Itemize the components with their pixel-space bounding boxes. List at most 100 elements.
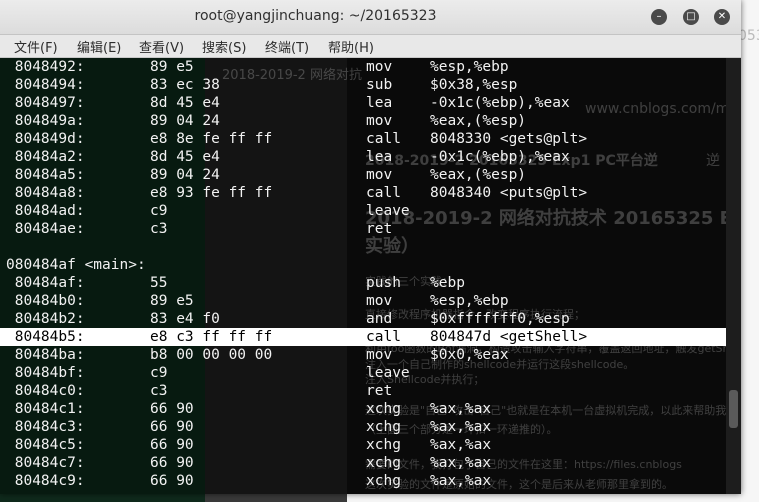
menu-terminal[interactable]: 终端(T) <box>265 37 309 56</box>
disasm-mnemonic: mov <box>366 347 393 363</box>
disasm-line: 80484c5: 66 90 xchg %ax,%ax <box>0 436 726 454</box>
menu-file[interactable]: 文件(F) <box>14 37 58 56</box>
disasm-address: 80484b0: <box>6 293 85 309</box>
disasm-address: 80484c1: <box>6 401 85 417</box>
disasm-address: 80484c3: <box>6 419 85 435</box>
disasm-bytes: 8d 45 e4 <box>150 149 220 165</box>
menu-bar: 文件(F) 编辑(E) 查看(V) 搜索(S) 终端(T) 帮助(H) <box>0 35 741 58</box>
disasm-line: 80484ad: c9 leave <box>0 202 726 220</box>
disasm-mnemonic: lea <box>366 95 393 111</box>
disasm-line: 80484c3: 66 90 xchg %ax,%ax <box>0 418 726 436</box>
disasm-line: 80484c0: c3 ret <box>0 382 726 400</box>
disasm-operands: %esp,%ebp <box>430 59 509 75</box>
close-button[interactable]: ✕ <box>714 9 730 25</box>
disasm-bytes: c9 <box>150 203 168 219</box>
menu-edit[interactable]: 编辑(E) <box>77 37 121 56</box>
disasm-bytes: e8 93 fe ff ff <box>150 185 273 201</box>
disasm-operands: 8048340 <puts@plt> <box>430 185 588 201</box>
disasm-bytes: 8d 45 e4 <box>150 95 220 111</box>
disasm-bytes: e8 8e fe ff ff <box>150 131 273 147</box>
menu-view[interactable]: 查看(V) <box>139 37 184 56</box>
disasm-line: 804849d: e8 8e fe ff ff call 8048330 <gets@… <box>0 130 726 148</box>
minimize-button[interactable]: – <box>651 9 667 25</box>
disasm-line: 80484c1: 66 90 xchg %ax,%ax <box>0 400 726 418</box>
scrollbar-thumb[interactable] <box>729 390 738 428</box>
disasm-line: 80484ae: c3 ret <box>0 220 726 238</box>
disasm-address: 080484af <main>: <box>6 257 146 273</box>
disasm-mnemonic: mov <box>366 59 393 75</box>
disasm-address: 80484c5: <box>6 437 85 453</box>
disasm-line <box>0 238 726 256</box>
disasm-bytes: 89 e5 <box>150 293 194 309</box>
disasm-bytes: 66 90 <box>150 437 194 453</box>
disasm-line: 80484a8: e8 93 fe ff ff call 8048340 <puts@… <box>0 184 726 202</box>
disasm-operands: %ax,%ax <box>430 437 492 453</box>
disasm-address: 80484a2: <box>6 149 85 165</box>
disasm-operands: %ebp <box>430 275 465 291</box>
disasm-line: 80484a5: 89 04 24 mov %eax,(%esp) <box>0 166 726 184</box>
disasm-address: 80484a8: <box>6 185 85 201</box>
disasm-address: 8048494: <box>6 77 85 93</box>
terminal-window[interactable]: root@yangjinchuang: ~/20165323 – □ ✕ 文件(… <box>0 0 741 494</box>
disasm-operands: $0xfffffff0,%esp <box>430 311 570 327</box>
disasm-operands: -0x1c(%ebp),%eax <box>430 95 570 111</box>
disasm-mnemonic: xchg <box>366 473 401 489</box>
disasm-address: 804849a: <box>6 113 85 129</box>
disasm-bytes: c3 <box>150 383 168 399</box>
disasm-bytes: 66 90 <box>150 473 194 489</box>
disasm-operands: %ax,%ax <box>430 401 492 417</box>
disasm-line: 80484b0: 89 e5 mov %esp,%ebp <box>0 292 726 310</box>
disasm-mnemonic: call <box>366 329 401 345</box>
disasm-address: 80484af: <box>6 275 85 291</box>
menu-search[interactable]: 搜索(S) <box>202 37 246 56</box>
disasm-address: 80484ba: <box>6 347 85 363</box>
disasm-address: 80484ad: <box>6 203 85 219</box>
disasm-bytes: 83 ec 38 <box>150 77 220 93</box>
menu-help[interactable]: 帮助(H) <box>328 37 374 56</box>
disasm-line: 80484c9: 66 90 xchg %ax,%ax <box>0 472 726 490</box>
disasm-bytes: b8 00 00 00 00 <box>150 347 273 363</box>
disasm-bytes: 66 90 <box>150 455 194 471</box>
disasm-mnemonic: push <box>366 275 401 291</box>
disasm-address: 804849d: <box>6 131 85 147</box>
background-url-fragment: 053 <box>738 28 759 44</box>
disasm-mnemonic: leave <box>366 365 410 381</box>
disasm-mnemonic: mov <box>366 293 393 309</box>
disasm-address: 80484a5: <box>6 167 85 183</box>
terminal-scrollbar[interactable] <box>726 58 741 494</box>
disasm-operands: %ax,%ax <box>430 455 492 471</box>
maximize-button[interactable]: □ <box>683 9 699 25</box>
disasm-address: 8048492: <box>6 59 85 75</box>
disasm-operands: 8048330 <gets@plt> <box>430 131 588 147</box>
disasm-line: 80484af: 55 push %ebp <box>0 274 726 292</box>
disasm-line: 8048497: 8d 45 e4 lea -0x1c(%ebp),%eax <box>0 94 726 112</box>
disasm-address: 80484bf: <box>6 365 85 381</box>
disasm-bytes: c9 <box>150 365 168 381</box>
disasm-line: 80484b2: 83 e4 f0 and $0xfffffff0,%esp <box>0 310 726 328</box>
title-bar[interactable]: root@yangjinchuang: ~/20165323 – □ ✕ <box>0 0 741 35</box>
disasm-bytes: 66 90 <box>150 401 194 417</box>
disasm-line: 80484ba: b8 00 00 00 00 mov $0x0,%eax <box>0 346 726 364</box>
disasm-address: 80484ae: <box>6 221 85 237</box>
disasm-operands: $0x38,%esp <box>430 77 518 93</box>
disasm-line: 8048492: 89 e5 mov %esp,%ebp <box>0 58 726 76</box>
disasm-bytes: 89 e5 <box>150 59 194 75</box>
disasm-address: 80484c7: <box>6 455 85 471</box>
disasm-line: 80484bf: c9 leave <box>0 364 726 382</box>
disasm-mnemonic: xchg <box>366 437 401 453</box>
disasm-operands: 804847d <getShell> <box>430 329 588 345</box>
disasm-address: 80484c0: <box>6 383 85 399</box>
disasm-line: 080484af <main>: <box>0 256 726 274</box>
terminal-output[interactable]: 2018-2019-2 网络对抗 www.cnblogs.com/maxeysb… <box>0 58 726 494</box>
disasm-line: 80484a2: 8d 45 e4 lea -0x1c(%ebp),%eax <box>0 148 726 166</box>
disasm-address: 8048497: <box>6 95 85 111</box>
disasm-operands: %eax,(%esp) <box>430 113 527 129</box>
disasm-mnemonic: xchg <box>366 401 401 417</box>
disasm-bytes: 55 <box>150 275 168 291</box>
disasm-operands: %ax,%ax <box>430 419 492 435</box>
disasm-mnemonic: call <box>366 185 401 201</box>
disasm-operands: -0x1c(%ebp),%eax <box>430 149 570 165</box>
disasm-mnemonic: mov <box>366 167 393 183</box>
disasm-mnemonic: sub <box>366 77 393 93</box>
disasm-line: 8048494: 83 ec 38 sub $0x38,%esp <box>0 76 726 94</box>
